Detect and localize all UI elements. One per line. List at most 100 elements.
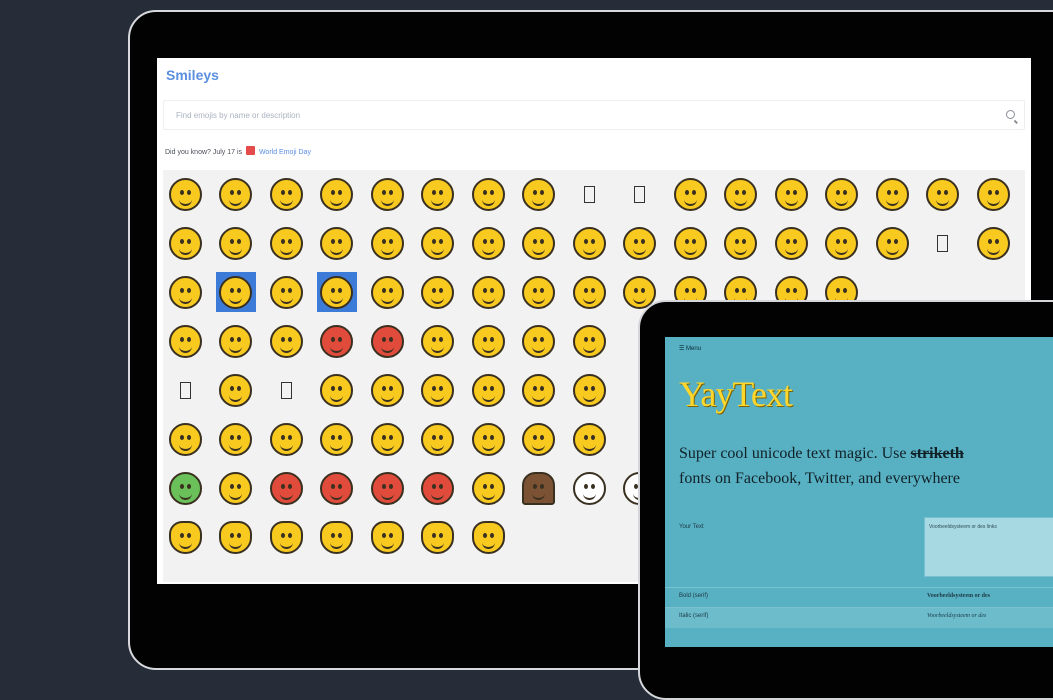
sleeping-face-icon[interactable] — [317, 419, 357, 459]
smiling-cat-icon[interactable] — [266, 517, 306, 557]
menu-button[interactable]: ☰ Menu — [679, 345, 701, 352]
combo-face-icon[interactable] — [266, 272, 306, 312]
mask-combo-icon[interactable] — [519, 419, 559, 459]
font-row-bold[interactable]: Bold (serif) Voorbeeldsysteem or des — [665, 587, 1053, 608]
tofu-box-icon[interactable] — [266, 370, 306, 410]
monocle-face-icon[interactable] — [771, 223, 811, 263]
no-mouth-combo-icon[interactable] — [468, 370, 508, 410]
wink-tongue-icon[interactable] — [620, 223, 660, 263]
yum-face-icon[interactable] — [468, 223, 508, 263]
rofl-icon[interactable] — [519, 174, 559, 214]
search-input[interactable] — [164, 101, 968, 129]
angry-devil-icon[interactable] — [317, 468, 357, 508]
smirking-cat-icon[interactable] — [468, 517, 508, 557]
tofu-box-icon[interactable] — [923, 223, 963, 263]
grinning-face-big-eyes-icon[interactable] — [216, 174, 256, 214]
font-row-value[interactable]: Voorbeeldsysteem or des — [927, 593, 990, 599]
up-down-arrow-combo-icon[interactable] — [215, 272, 256, 312]
kissing-face-icon[interactable] — [317, 223, 357, 263]
shushing-face-icon[interactable] — [317, 370, 357, 410]
tofu-box-icon[interactable] — [569, 174, 609, 214]
squint-tongue-icon[interactable] — [569, 223, 609, 263]
drooling-face-icon[interactable] — [418, 419, 458, 459]
pile-of-poo-icon[interactable] — [519, 468, 559, 508]
desc-line1: Super cool unicode text magic. Use — [679, 445, 907, 462]
ogre-icon[interactable] — [367, 468, 407, 508]
tofu-box-icon[interactable] — [165, 370, 205, 410]
relieved-sleepy-icon[interactable] — [367, 419, 407, 459]
pouting-face-icon[interactable] — [317, 321, 357, 361]
zany-face-icon[interactable] — [670, 223, 710, 263]
hot-face-icon[interactable] — [519, 321, 559, 361]
upside-down-face-icon[interactable] — [872, 174, 912, 214]
tongue-face-icon[interactable] — [519, 223, 559, 263]
sunglasses-face-icon[interactable] — [872, 223, 912, 263]
hand-over-mouth-icon[interactable] — [367, 370, 407, 410]
left-arrow-combo-icon[interactable] — [316, 272, 357, 312]
neutral-face-icon[interactable] — [569, 419, 609, 459]
your-text-input[interactable]: Voorbeeldsysteem or des links — [924, 517, 1053, 577]
flushed-face-icon[interactable] — [468, 321, 508, 361]
cat-tears-of-joy-icon[interactable] — [317, 517, 357, 557]
ghost-icon[interactable] — [569, 468, 609, 508]
star-struck-icon[interactable] — [973, 223, 1013, 263]
kissing-heart-icon[interactable] — [266, 223, 306, 263]
exploding-head-icon[interactable] — [418, 321, 458, 361]
smiling-devil-icon[interactable] — [266, 468, 306, 508]
search-icon[interactable] — [1006, 110, 1015, 119]
money-mouth-icon[interactable] — [721, 223, 761, 263]
sweat-smile-icon[interactable] — [418, 174, 458, 214]
calendar-icon — [246, 146, 255, 155]
tofu-box-icon[interactable] — [620, 174, 660, 214]
cold-sweat-combo-icon[interactable] — [165, 321, 205, 361]
heart-eyes-icon[interactable] — [165, 223, 205, 263]
font-row-italic[interactable]: Italic (serif) Voorbeeldsysteem or des — [665, 607, 1053, 628]
cold-face-icon[interactable] — [569, 321, 609, 361]
grinning-cat-icon[interactable] — [165, 517, 205, 557]
yaytext-screen: ☰ Menu YayText Super cool unicode text m… — [665, 337, 1053, 647]
frowning-face-icon[interactable] — [519, 272, 559, 312]
angry-sulk-icon[interactable] — [266, 321, 306, 361]
yawning-face-icon[interactable] — [266, 419, 306, 459]
kissing-smiling-eyes-icon[interactable] — [418, 223, 458, 263]
beaming-face-icon[interactable] — [317, 174, 357, 214]
thinking-face-icon[interactable] — [216, 370, 256, 410]
smiling-hearts-icon[interactable] — [216, 223, 256, 263]
grinning-face-icon[interactable] — [165, 174, 205, 214]
clown-face-icon[interactable] — [468, 468, 508, 508]
steam-combo-icon[interactable] — [216, 321, 256, 361]
grinning-face-smiling-eyes-icon[interactable] — [266, 174, 306, 214]
relieved-face-icon[interactable] — [973, 174, 1013, 214]
dizzy-combo-icon[interactable] — [468, 419, 508, 459]
astonished-face-icon[interactable] — [216, 419, 256, 459]
kissing-cat-icon[interactable] — [418, 517, 458, 557]
world-emoji-day-link[interactable]: World Emoji Day — [259, 149, 311, 156]
expressionless-face-icon[interactable] — [569, 370, 609, 410]
tears-of-joy-icon[interactable] — [468, 174, 508, 214]
heart-eyes-cat-icon[interactable] — [216, 517, 256, 557]
confused-face-icon[interactable] — [468, 272, 508, 312]
halo-face-icon[interactable] — [771, 174, 811, 214]
pensive-face-icon[interactable] — [367, 272, 407, 312]
cursing-face-icon[interactable] — [367, 321, 407, 361]
font-row-value[interactable]: Voorbeeldsysteem or des — [927, 613, 986, 619]
smiling-face-icon[interactable] — [721, 174, 761, 214]
grimace-combo-icon[interactable] — [519, 370, 559, 410]
hushed-face-icon[interactable] — [165, 419, 205, 459]
squinting-face-icon[interactable] — [367, 174, 407, 214]
lying-face-icon[interactable] — [418, 370, 458, 410]
did-you-know: Did you know? July 17 is World Emoji Day — [165, 146, 311, 156]
nauseated-face-icon[interactable] — [165, 468, 205, 508]
worried-face-icon[interactable] — [418, 272, 458, 312]
kissing-closed-eyes-icon[interactable] — [367, 223, 407, 263]
cowboy-face-icon[interactable] — [216, 468, 256, 508]
wry-cat-icon[interactable] — [367, 517, 407, 557]
small-face-icon[interactable] — [670, 174, 710, 214]
slight-smile-icon[interactable] — [822, 174, 862, 214]
nerd-face-icon[interactable] — [822, 223, 862, 263]
search-box[interactable] — [163, 100, 1025, 130]
goblin-icon[interactable] — [418, 468, 458, 508]
crying-laughing-combo-icon[interactable] — [165, 272, 205, 312]
persevere-face-icon[interactable] — [569, 272, 609, 312]
wink-face-icon[interactable] — [923, 174, 963, 214]
